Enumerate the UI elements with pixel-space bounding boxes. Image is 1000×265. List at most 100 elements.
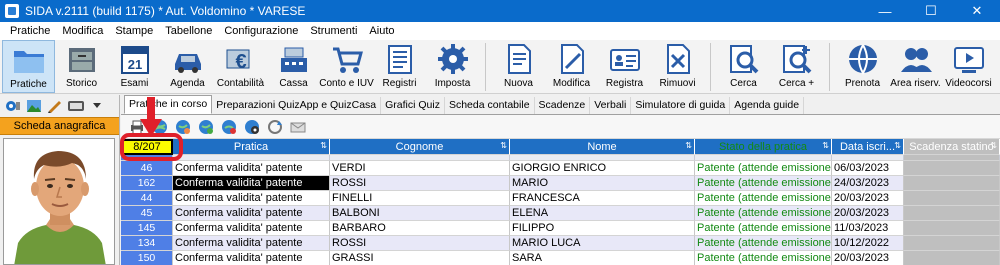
- cell-pratica[interactable]: Conferma validita' patente: [173, 176, 330, 191]
- toolbar-button-contabilit[interactable]: € Contabilità: [214, 40, 267, 93]
- cell-scadenza[interactable]: [904, 221, 1000, 236]
- column-header-nome[interactable]: Nome ⇅: [510, 139, 695, 155]
- sort-pin-icon[interactable]: ⇅: [822, 141, 829, 150]
- table-row[interactable]: 145 Conferma validita' patente BARBARO FILI…: [121, 221, 1000, 236]
- cell-pratica[interactable]: Conferma validita' patente: [173, 221, 330, 236]
- tab-grafici-quiz[interactable]: Grafici Quiz: [381, 97, 445, 114]
- toolbar-button-imposta[interactable]: Imposta: [426, 40, 479, 93]
- toolbar-button-esami[interactable]: 21 Esami: [108, 40, 161, 93]
- toolbar-button-area-riserv[interactable]: Area riserv.: [889, 40, 942, 93]
- toolbar-button-modifica[interactable]: Modifica: [545, 40, 598, 93]
- cell-data[interactable]: 24/03/2023: [832, 176, 904, 191]
- table-row[interactable]: 45 Conferma validita' patente BALBONI ELENA…: [121, 206, 1000, 221]
- toolbar-button-agenda[interactable]: Agenda: [161, 40, 214, 93]
- cell-pratica[interactable]: Conferma validita' patente: [173, 191, 330, 206]
- column-header-data[interactable]: Data iscri... ⇅: [832, 139, 904, 155]
- toolbar-button-cerca[interactable]: Cerca: [717, 40, 770, 93]
- toolbar-button-conto-e-iuv[interactable]: Conto e IUV: [319, 40, 374, 93]
- tab-simulatore-di-guida[interactable]: Simulatore di guida: [631, 97, 731, 114]
- table-row[interactable]: 162 Conferma validita' patente ROSSI MARIO P…: [121, 176, 1000, 191]
- cell-cognome[interactable]: VERDI: [330, 161, 510, 176]
- cell-id[interactable]: 145: [121, 221, 173, 236]
- cell-data[interactable]: 11/03/2023: [832, 221, 904, 236]
- column-header-cognome[interactable]: Cognome ⇅: [330, 139, 510, 155]
- menu-configurazione[interactable]: Configurazione: [218, 25, 304, 37]
- cell-cognome[interactable]: FINELLI: [330, 191, 510, 206]
- globe-settings-icon[interactable]: [242, 117, 261, 136]
- cell-pratica[interactable]: Conferma validita' patente: [173, 236, 330, 251]
- cell-scadenza[interactable]: [904, 251, 1000, 265]
- cell-stato[interactable]: Patente (attende emissione): [695, 176, 832, 191]
- close-button[interactable]: ✕: [954, 0, 1000, 22]
- cell-stato[interactable]: Patente (attende emissione): [695, 251, 832, 265]
- tab-scheda-contabile[interactable]: Scheda contabile: [445, 97, 535, 114]
- cell-data[interactable]: 06/03/2023: [832, 161, 904, 176]
- cell-id[interactable]: 162: [121, 176, 173, 191]
- toolbar-button-rimuovi[interactable]: Rimuovi: [651, 40, 704, 93]
- cell-nome[interactable]: MARIO: [510, 176, 695, 191]
- column-header-stato[interactable]: Stato della pratica ⇅: [695, 139, 832, 155]
- cell-pratica[interactable]: Conferma validita' patente: [173, 161, 330, 176]
- cell-id[interactable]: 134: [121, 236, 173, 251]
- fingerprint-icon[interactable]: [67, 98, 85, 114]
- tab-preparazioni-quizapp-e-quizcasa[interactable]: Preparazioni QuizApp e QuizCasa: [212, 97, 382, 114]
- toolbar-button-guida[interactable]: ?Guida: [995, 40, 1000, 93]
- toolbar-button-pratiche[interactable]: Pratiche: [2, 40, 55, 93]
- refresh-icon[interactable]: [265, 117, 284, 136]
- cell-cognome[interactable]: BARBARO: [330, 221, 510, 236]
- column-header-scadenza[interactable]: Scadenza statino ⇅: [904, 139, 1000, 155]
- tab-scadenze[interactable]: Scadenze: [535, 97, 591, 114]
- image-icon[interactable]: [25, 98, 43, 114]
- cell-scadenza[interactable]: [904, 176, 1000, 191]
- menu-strumenti[interactable]: Strumenti: [304, 25, 363, 37]
- sort-pin-icon[interactable]: ⇅: [894, 141, 901, 150]
- cell-stato[interactable]: Patente (attende emissione): [695, 221, 832, 236]
- cell-pratica[interactable]: Conferma validita' patente: [173, 206, 330, 221]
- menu-pratiche[interactable]: Pratiche: [4, 25, 56, 37]
- table-row[interactable]: 134 Conferma validita' patente ROSSI MARIO …: [121, 236, 1000, 251]
- cell-nome[interactable]: GIORGIO ENRICO: [510, 161, 695, 176]
- cell-id[interactable]: 150: [121, 251, 173, 265]
- dropdown-icon[interactable]: [88, 98, 106, 114]
- cell-stato[interactable]: Patente (attende emissione): [695, 191, 832, 206]
- cell-data[interactable]: 20/03/2023: [832, 191, 904, 206]
- cell-nome[interactable]: MARIO LUCA: [510, 236, 695, 251]
- column-header-pratica[interactable]: Pratica ⇅: [173, 139, 330, 155]
- cell-cognome[interactable]: BALBONI: [330, 206, 510, 221]
- sort-pin-icon[interactable]: ⇅: [990, 141, 997, 150]
- menu-tabellone[interactable]: Tabellone: [159, 25, 218, 37]
- tab-pratiche-in-corso[interactable]: Pratiche in corso: [124, 95, 213, 114]
- cell-stato[interactable]: Patente (attende emissione): [695, 161, 832, 176]
- cell-cognome[interactable]: GRASSI: [330, 251, 510, 265]
- sort-pin-icon[interactable]: ⇅: [685, 141, 692, 150]
- tab-agenda-guide[interactable]: Agenda guide: [730, 97, 805, 114]
- toolbar-button-storico[interactable]: Storico: [55, 40, 108, 93]
- tab-verbali[interactable]: Verbali: [590, 97, 632, 114]
- menu-modifica[interactable]: Modifica: [56, 25, 109, 37]
- sort-pin-icon[interactable]: ⇅: [500, 141, 507, 150]
- cell-id[interactable]: 44: [121, 191, 173, 206]
- cell-pratica[interactable]: Conferma validita' patente: [173, 251, 330, 265]
- cell-id[interactable]: 46: [121, 161, 173, 176]
- table-row[interactable]: 150 Conferma validita' patente GRASSI SARA P…: [121, 251, 1000, 265]
- mail-icon[interactable]: [288, 117, 307, 136]
- cell-scadenza[interactable]: [904, 206, 1000, 221]
- cell-stato[interactable]: Patente (attende emissione): [695, 206, 832, 221]
- globe-download-icon[interactable]: [196, 117, 215, 136]
- minimize-button[interactable]: —: [862, 0, 908, 22]
- toolbar-button-cerca[interactable]: Cerca +: [770, 40, 823, 93]
- table-row[interactable]: 46 Conferma validita' patente VERDI GIORGIO…: [121, 161, 1000, 176]
- sort-pin-icon[interactable]: ⇅: [320, 141, 327, 150]
- menu-aiuto[interactable]: Aiuto: [363, 25, 400, 37]
- cell-nome[interactable]: SARA: [510, 251, 695, 265]
- toolbar-button-nuova[interactable]: Nuova: [492, 40, 545, 93]
- globe-sync-icon[interactable]: [219, 117, 238, 136]
- toolbar-button-videocorsi[interactable]: Videocorsi: [942, 40, 995, 93]
- cell-id[interactable]: 45: [121, 206, 173, 221]
- cell-nome[interactable]: FRANCESCA: [510, 191, 695, 206]
- cell-scadenza[interactable]: [904, 161, 1000, 176]
- maximize-button[interactable]: ☐: [908, 0, 954, 22]
- cell-stato[interactable]: Patente (attende emissione): [695, 236, 832, 251]
- menu-stampe[interactable]: Stampe: [109, 25, 159, 37]
- table-row[interactable]: 44 Conferma validita' patente FINELLI FRANC…: [121, 191, 1000, 206]
